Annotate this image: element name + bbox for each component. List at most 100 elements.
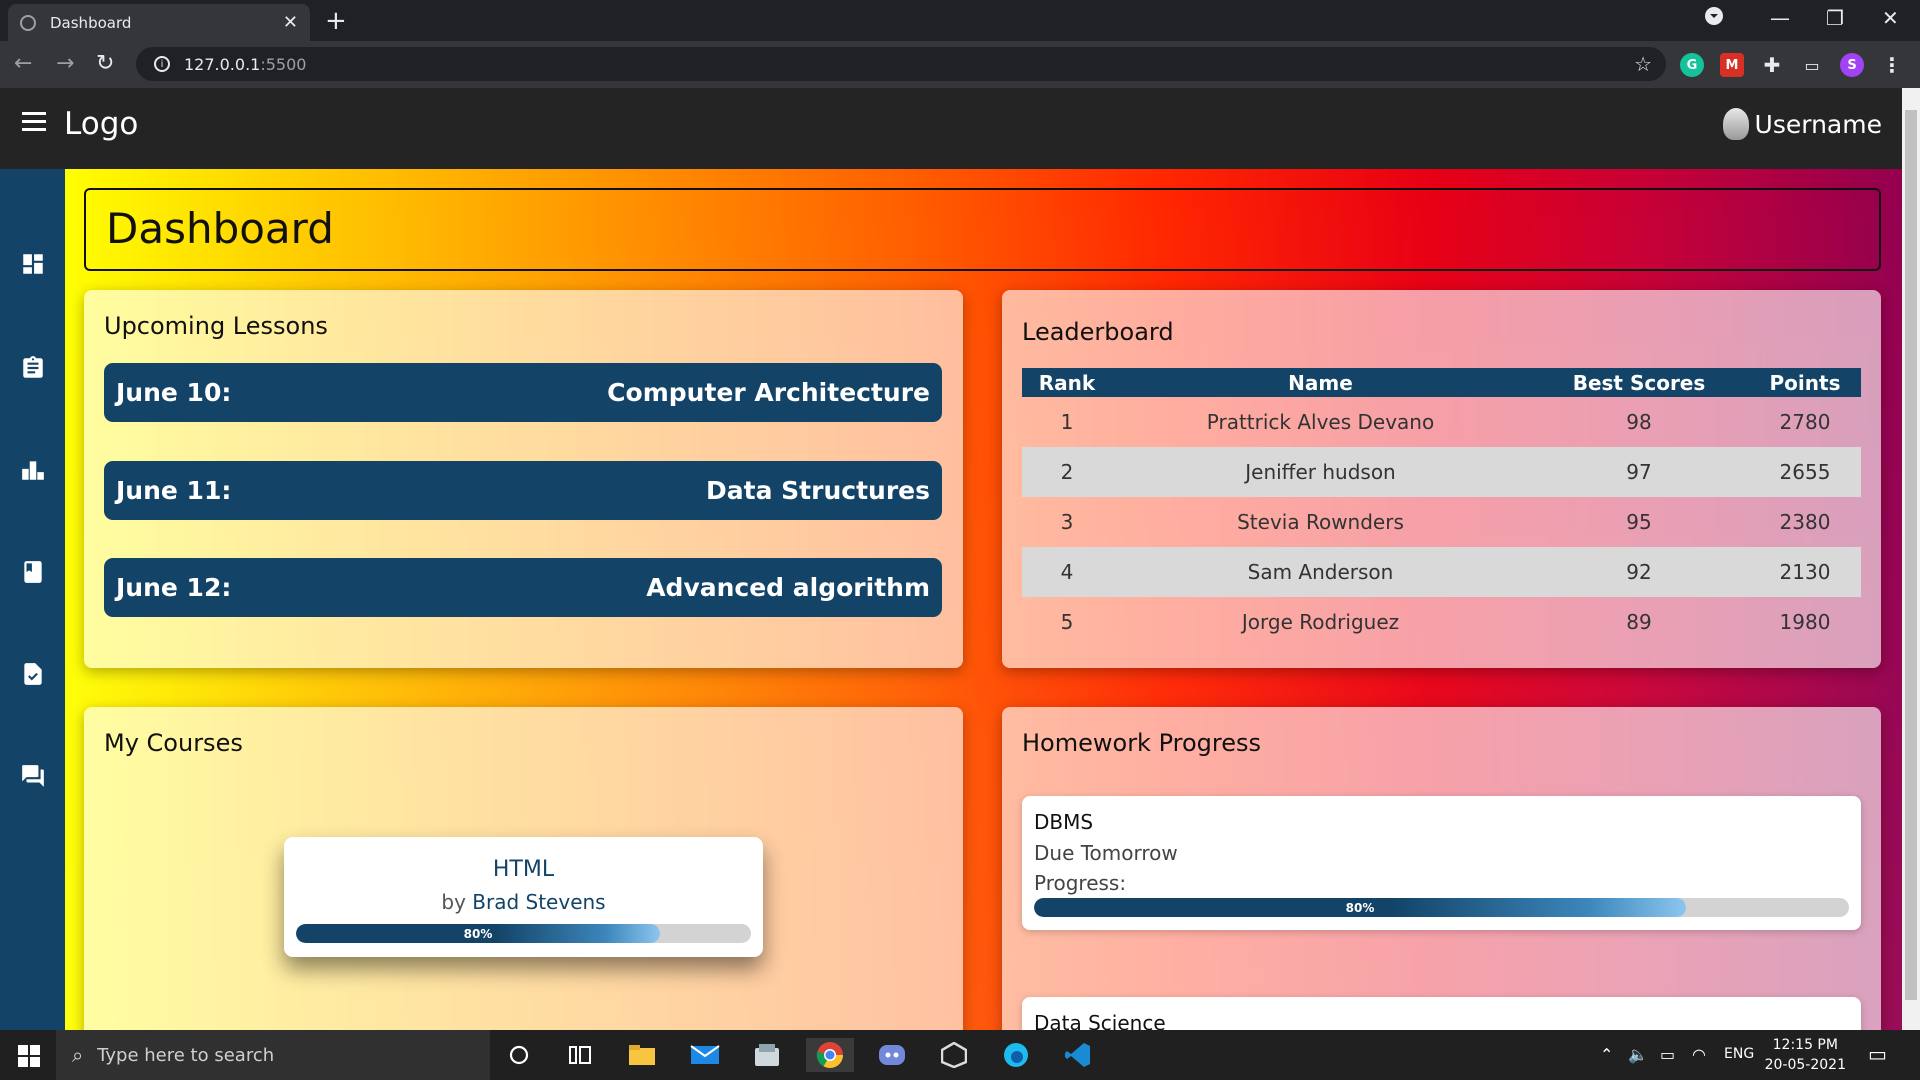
table-header-row: Rank Name Best Scores Points xyxy=(1022,368,1861,397)
dashboard-content: Dashboard Upcoming Lessons June 10: Comp… xyxy=(65,169,1902,1030)
rank-cell: 2 xyxy=(1022,447,1112,497)
task-view-icon[interactable] xyxy=(563,1038,597,1072)
new-tab-button[interactable]: + xyxy=(325,6,347,36)
close-tab-icon[interactable]: ✕ xyxy=(283,12,298,33)
edge-icon[interactable] xyxy=(999,1038,1033,1072)
lesson-subject: Data Structures xyxy=(706,476,930,505)
url-port: :5500 xyxy=(260,54,307,74)
homework-item[interactable]: DBMS Due Tomorrow Progress: 80% xyxy=(1022,796,1861,930)
username: Username xyxy=(1754,109,1882,139)
restore-icon[interactable]: ❐ xyxy=(1826,6,1844,30)
name-cell: Prattrick Alves Devano xyxy=(1206,410,1435,434)
score-cell: 98 xyxy=(1626,410,1652,434)
leaderboard-card: Leaderboard Rank Name Best Scores Points… xyxy=(1002,290,1881,668)
lesson-subject: Computer Architecture xyxy=(607,378,930,407)
minimize-icon[interactable]: — xyxy=(1770,6,1790,30)
app-header: Logo Username xyxy=(0,88,1902,169)
cast-icon[interactable]: ▭ xyxy=(1800,53,1824,77)
table-row: 3 Stevia Rownders 95 2380 xyxy=(1022,497,1861,547)
address-bar[interactable]: i 127.0.0.1:5500 ☆ xyxy=(136,47,1666,81)
task-icon[interactable] xyxy=(19,660,47,688)
name-cell: Sam Anderson xyxy=(1112,547,1529,597)
window-close-icon[interactable]: ✕ xyxy=(1882,6,1899,30)
score-cell: 95 xyxy=(1626,510,1652,534)
unity-icon[interactable] xyxy=(937,1038,971,1072)
clock-date: 20-05-2021 xyxy=(1764,1057,1846,1073)
lesson-item[interactable]: June 11: Data Structures xyxy=(104,461,942,520)
extensions-puzzle-icon[interactable]: ✚ xyxy=(1760,53,1784,77)
show-hidden-icons[interactable]: ⌃ xyxy=(1600,1045,1613,1064)
user-menu[interactable]: Username xyxy=(1722,108,1882,140)
profile-avatar[interactable]: S xyxy=(1840,53,1864,77)
rank-cell: 1 xyxy=(1060,410,1074,434)
column-header-best-scores: Best Scores xyxy=(1529,368,1749,397)
chrome-icon[interactable] xyxy=(806,1038,854,1072)
table-row: 5 Jorge Rodriguez 89 1980 xyxy=(1022,597,1861,647)
homework-name: Data Science xyxy=(1034,1011,1166,1030)
file-explorer-icon[interactable] xyxy=(625,1038,659,1072)
sidebar xyxy=(0,169,65,1030)
battery-icon[interactable]: ▭ xyxy=(1660,1045,1675,1064)
lesson-item[interactable]: June 10: Computer Architecture xyxy=(104,363,942,422)
lesson-item[interactable]: June 12: Advanced algorithm xyxy=(104,558,942,617)
homework-item[interactable]: Data Science xyxy=(1022,997,1861,1030)
language-indicator[interactable]: ENG xyxy=(1724,1046,1754,1062)
upcoming-lessons-card: Upcoming Lessons June 10: Computer Archi… xyxy=(84,290,963,668)
grammarly-extension-icon[interactable]: G xyxy=(1680,53,1704,77)
notifications-icon[interactable]: ▭ xyxy=(1868,1042,1887,1066)
homework-progress-bar: 80% xyxy=(1034,898,1849,917)
taskbar-clock[interactable]: 12:15 PM 20-05-2021 xyxy=(1765,1035,1846,1075)
points-cell: 2130 xyxy=(1749,547,1861,597)
homework-progress-label: 80% xyxy=(1345,900,1375,915)
cortana-icon[interactable] xyxy=(502,1038,536,1072)
reload-icon[interactable]: ↻ xyxy=(96,51,114,76)
name-cell: Jeniffer hudson xyxy=(1112,447,1529,497)
score-cell: 89 xyxy=(1626,610,1652,634)
course-progress-label: 80% xyxy=(463,926,493,941)
assignment-icon[interactable] xyxy=(19,354,47,382)
table-row: 2 Jeniffer hudson 97 2655 xyxy=(1022,447,1861,497)
menu-icon[interactable] xyxy=(22,112,46,136)
chat-icon[interactable] xyxy=(19,762,47,790)
windows-start-icon[interactable] xyxy=(18,1045,40,1067)
leaderboard-icon[interactable] xyxy=(19,456,47,484)
forward-icon[interactable]: → xyxy=(56,51,74,76)
book-icon[interactable] xyxy=(19,558,47,586)
more-menu-icon[interactable]: ⋮ xyxy=(1880,53,1904,77)
page-scrollbar[interactable] xyxy=(1902,88,1920,1030)
logo[interactable]: Logo xyxy=(64,106,138,142)
browser-tab[interactable]: Dashboard ✕ xyxy=(8,4,310,41)
homework-progress-fill: 80% xyxy=(1034,898,1686,917)
wifi-icon[interactable]: ◠ xyxy=(1692,1045,1706,1064)
snipping-tool-icon[interactable] xyxy=(750,1038,784,1072)
points-cell: 2780 xyxy=(1779,410,1831,434)
name-cell: Stevia Rownders xyxy=(1237,510,1404,534)
rank-cell: 5 xyxy=(1060,610,1074,634)
page-title: Dashboard xyxy=(106,204,334,253)
mail-extension-icon[interactable]: M xyxy=(1720,53,1744,77)
course-author-line: by Brad Stevens xyxy=(441,890,606,914)
windows-taskbar: ⌕ Type here to search ⌃ 🔈 ▭ ◠ ENG 12:15 … xyxy=(0,1030,1920,1080)
homework-progress-heading: Homework Progress xyxy=(1022,729,1262,757)
back-icon[interactable]: ← xyxy=(14,51,32,76)
discord-icon[interactable] xyxy=(875,1038,909,1072)
course-card[interactable]: HTML by Brad Stevens 80% xyxy=(284,837,763,957)
bookmark-star-icon[interactable]: ☆ xyxy=(1634,52,1652,76)
course-progress-fill: 80% xyxy=(296,924,660,943)
site-info-icon[interactable]: i xyxy=(154,56,170,72)
rank-cell: 3 xyxy=(1060,510,1074,534)
lesson-date: June 11: xyxy=(116,476,232,505)
tab-search-icon[interactable] xyxy=(1704,6,1724,31)
volume-icon[interactable]: 🔈 xyxy=(1628,1045,1648,1064)
vscode-icon[interactable] xyxy=(1061,1038,1095,1072)
taskbar-search[interactable]: ⌕ Type here to search xyxy=(56,1030,490,1080)
table-row: 4 Sam Anderson 92 2130 xyxy=(1022,547,1861,597)
tab-title: Dashboard xyxy=(50,13,132,32)
browser-tab-strip: Dashboard ✕ + — ❐ ✕ xyxy=(0,0,1920,41)
app: Logo Username Dashboard Upcoming Lessons… xyxy=(0,88,1902,1030)
dashboard-icon[interactable] xyxy=(19,250,47,278)
column-header-rank: Rank xyxy=(1022,368,1112,397)
score-cell: 92 xyxy=(1529,547,1749,597)
mail-icon[interactable] xyxy=(688,1038,722,1072)
homework-name: DBMS xyxy=(1034,810,1094,834)
